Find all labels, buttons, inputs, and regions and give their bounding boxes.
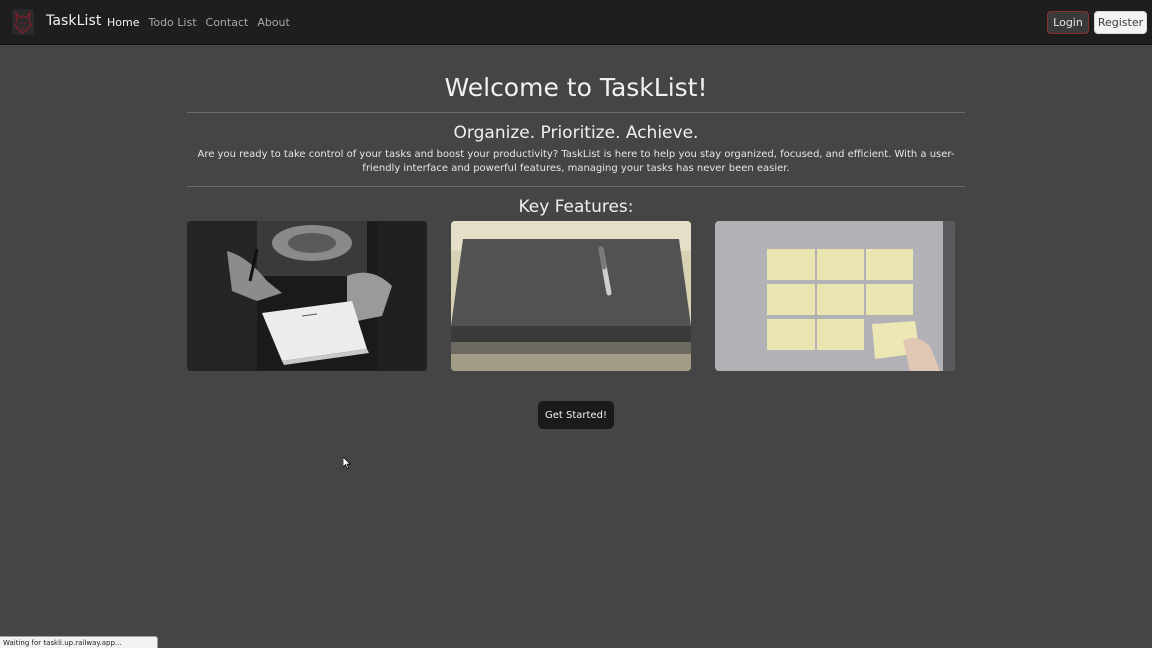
get-started-button[interactable]: Get Started! xyxy=(538,401,614,429)
page-subtitle: Organize. Prioritize. Achieve. xyxy=(453,123,699,143)
nav-links: Home Todo List Contact About xyxy=(107,16,299,29)
writing-notes-photo xyxy=(187,221,427,371)
mouse-cursor-icon xyxy=(342,454,352,473)
divider xyxy=(187,112,965,113)
features-heading: Key Features: xyxy=(518,197,634,217)
register-button[interactable]: Register xyxy=(1094,11,1147,34)
sticky-notes-photo xyxy=(715,221,955,371)
wolf-logo-icon[interactable] xyxy=(12,9,34,35)
brand-name[interactable]: TaskList xyxy=(46,13,102,29)
navbar: TaskList Home Todo List Contact About Lo… xyxy=(0,0,1152,45)
nav-link-about[interactable]: About xyxy=(257,16,290,29)
nav-link-home[interactable]: Home xyxy=(107,16,139,29)
pen-on-notebook-photo xyxy=(451,221,691,371)
login-button[interactable]: Login xyxy=(1047,11,1089,34)
browser-status-bar: Waiting for taskli.up.railway.app... xyxy=(0,636,158,648)
divider xyxy=(187,186,965,187)
intro-paragraph: Are you ready to take control of your ta… xyxy=(197,149,955,174)
page-title: Welcome to TaskList! xyxy=(444,73,708,102)
nav-link-todo-list[interactable]: Todo List xyxy=(148,16,196,29)
nav-link-contact[interactable]: Contact xyxy=(206,16,249,29)
